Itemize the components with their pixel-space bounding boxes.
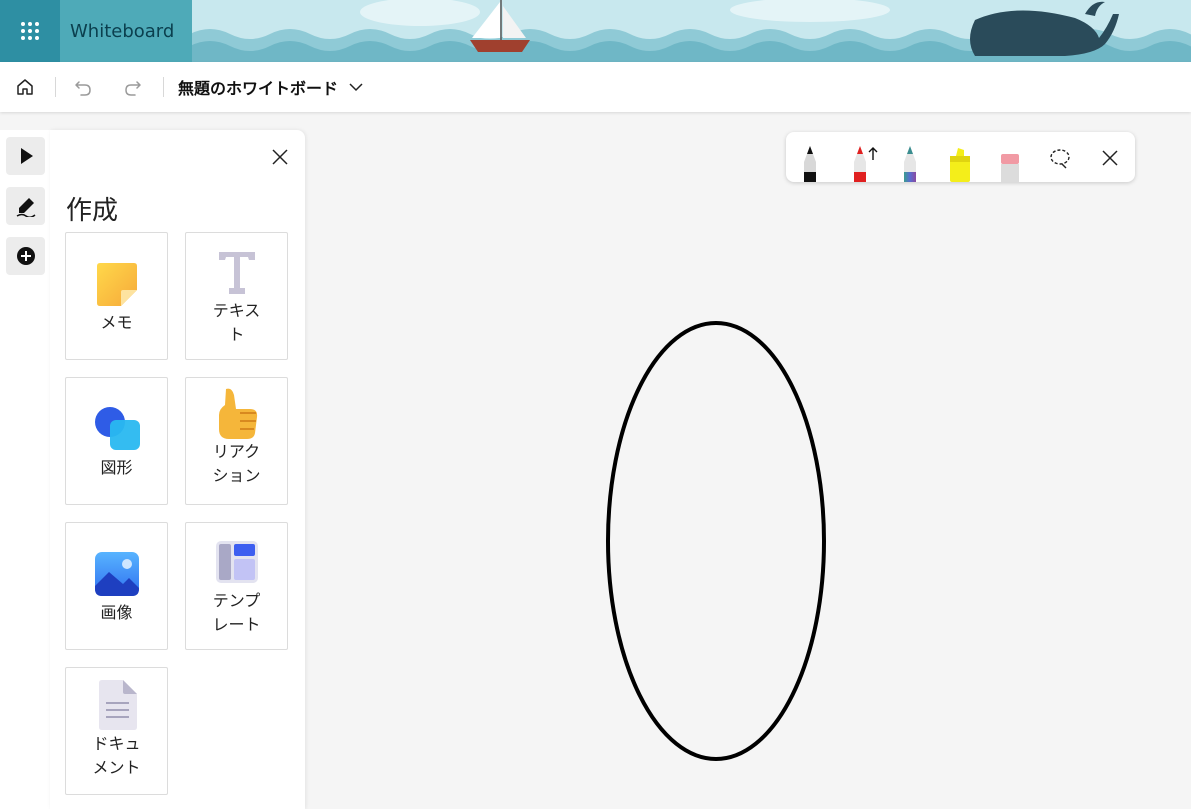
app-title: Whiteboard bbox=[60, 0, 192, 62]
black-pen-button[interactable] bbox=[790, 132, 830, 182]
redo-icon bbox=[125, 81, 141, 96]
left-tool-rail bbox=[0, 130, 50, 809]
galaxy-pen-icon bbox=[904, 146, 916, 182]
panel-heading: 作成 bbox=[66, 196, 119, 226]
tile-label: テキスト bbox=[212, 301, 261, 344]
black-pen-icon bbox=[804, 146, 816, 182]
text-icon bbox=[212, 247, 262, 297]
arrow-up-icon bbox=[868, 147, 878, 160]
image-icon bbox=[92, 549, 142, 599]
tile-label: 図形 bbox=[100, 458, 133, 477]
highlighter-button[interactable] bbox=[940, 132, 980, 182]
thumbs-up-icon bbox=[212, 388, 262, 439]
sticky-note-icon bbox=[92, 259, 142, 309]
board-title-button[interactable]: 無題のホワイトボード bbox=[178, 62, 368, 112]
cursor-pointer bbox=[866, 146, 880, 165]
create-tile-reaction[interactable]: リアクション bbox=[185, 377, 288, 505]
create-tile-note[interactable]: メモ bbox=[65, 232, 168, 360]
eraser-icon bbox=[1001, 154, 1019, 182]
tile-label: テンプレート bbox=[212, 591, 261, 634]
undo-icon bbox=[75, 81, 91, 96]
highlighter-icon bbox=[950, 148, 970, 182]
template-icon bbox=[212, 537, 262, 587]
board-title: 無題のホワイトボード bbox=[178, 79, 339, 98]
close-ink-toolbar-button[interactable] bbox=[1098, 144, 1122, 172]
pointer-icon bbox=[20, 148, 33, 164]
tile-label: 画像 bbox=[100, 603, 133, 622]
chevron-down-icon bbox=[349, 83, 363, 92]
galaxy-pen-button[interactable] bbox=[890, 132, 930, 182]
create-tile-image[interactable]: 画像 bbox=[65, 522, 168, 650]
inking-tool-button[interactable] bbox=[6, 187, 45, 225]
create-tile-document[interactable]: ドキュメント bbox=[65, 667, 168, 795]
create-tile-template[interactable]: テンプレート bbox=[185, 522, 288, 650]
home-button[interactable] bbox=[8, 62, 42, 112]
ocean-illustration bbox=[190, 0, 1191, 62]
home-icon bbox=[17, 79, 33, 95]
tile-label: リアクション bbox=[212, 442, 261, 485]
close-icon bbox=[1102, 150, 1118, 166]
create-tile-text[interactable]: テキスト bbox=[185, 232, 288, 360]
close-panel-button[interactable] bbox=[268, 145, 292, 169]
create-button[interactable] bbox=[6, 237, 45, 275]
divider bbox=[163, 77, 164, 97]
shapes-icon bbox=[92, 404, 142, 454]
lasso-select-button[interactable] bbox=[1044, 144, 1076, 172]
create-tile-shapes[interactable]: 図形 bbox=[65, 377, 168, 505]
app-launcher-button[interactable] bbox=[0, 0, 60, 62]
eraser-button[interactable] bbox=[990, 132, 1030, 182]
pen-signature-icon bbox=[16, 198, 35, 217]
ink-oval-stroke[interactable] bbox=[560, 310, 880, 780]
tile-label: メモ bbox=[100, 313, 133, 332]
redo-button[interactable] bbox=[116, 62, 150, 112]
select-tool-button[interactable] bbox=[6, 137, 45, 175]
waffle-icon bbox=[21, 22, 39, 40]
close-icon bbox=[272, 149, 288, 165]
lasso-icon bbox=[1050, 149, 1070, 169]
undo-button[interactable] bbox=[66, 62, 100, 112]
tile-label: ドキュメント bbox=[92, 734, 141, 777]
divider bbox=[55, 77, 56, 97]
add-circle-icon bbox=[16, 247, 35, 265]
document-icon bbox=[92, 680, 142, 730]
